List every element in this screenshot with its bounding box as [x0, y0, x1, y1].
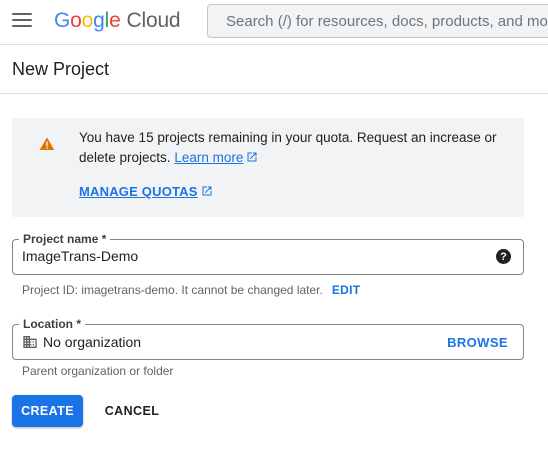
logo-letter: o [81, 9, 94, 32]
manage-quotas-link[interactable]: MANAGE QUOTAS [79, 184, 213, 199]
project-name-field[interactable]: Project name * ? [12, 231, 524, 275]
logo-letter: o [70, 9, 82, 32]
learn-more-label: Learn more [174, 150, 244, 165]
project-id-hint: Project ID: imagetrans-demo. It cannot b… [22, 283, 360, 297]
page-title: New Project [12, 59, 110, 79]
top-header: Go o g l e Cloud [0, 0, 548, 45]
quota-notice: You have 15 projects remaining in your q… [12, 118, 524, 217]
location-label: Location * [19, 316, 86, 332]
project-id-text: Project ID: imagetrans-demo. It cannot b… [22, 283, 323, 297]
logo-letter: e [109, 9, 121, 32]
help-icon[interactable]: ? [496, 249, 511, 264]
logo-cloud-word: Cloud [126, 9, 181, 32]
open-in-new-icon [247, 152, 257, 162]
building-icon [23, 336, 37, 348]
quota-message-block: You have 15 projects remaining in your q… [79, 128, 499, 168]
browse-button[interactable]: BROWSE [447, 335, 508, 350]
edit-project-id-button[interactable]: EDIT [332, 283, 361, 297]
location-field[interactable]: Location * No organization BROWSE [12, 316, 524, 360]
location-hint: Parent organization or folder [22, 364, 174, 378]
create-button[interactable]: CREATE [12, 395, 83, 427]
project-name-label: Project name * [19, 231, 111, 247]
logo-letter: G [54, 9, 71, 32]
warning-icon [39, 137, 55, 150]
location-value: No organization [43, 334, 142, 350]
google-cloud-logo[interactable]: Go o g l e Cloud [54, 9, 181, 33]
menu-icon[interactable] [10, 8, 34, 32]
open-in-new-icon [202, 186, 212, 196]
search-bar[interactable] [207, 4, 548, 38]
cancel-button[interactable]: CANCEL [96, 395, 168, 427]
project-name-input[interactable] [22, 248, 482, 264]
page-title-bar: New Project [0, 46, 548, 94]
learn-more-link[interactable]: Learn more [174, 150, 258, 165]
quota-message: You have 15 projects remaining in your q… [79, 130, 497, 165]
search-input[interactable] [224, 11, 548, 31]
logo-letter: g [93, 9, 105, 32]
manage-quotas-label: MANAGE QUOTAS [79, 184, 198, 199]
